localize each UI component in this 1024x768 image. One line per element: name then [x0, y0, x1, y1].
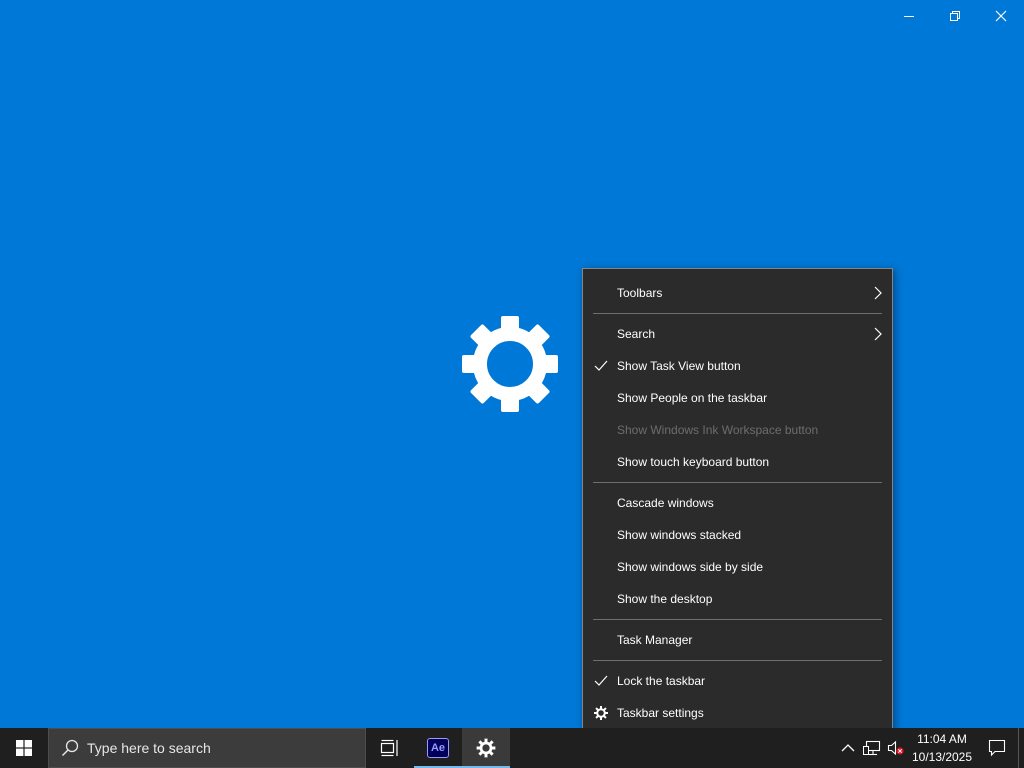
checkmark-icon — [594, 360, 608, 371]
search-input[interactable]: Type here to search — [48, 728, 366, 768]
minimize-button[interactable] — [886, 0, 932, 32]
menu-separator — [593, 482, 882, 483]
menu-item-toolbars[interactable]: Toolbars — [583, 277, 892, 309]
taskbar-app-settings[interactable] — [462, 728, 510, 768]
restore-icon — [950, 11, 960, 21]
show-hidden-icons-button[interactable] — [836, 728, 860, 768]
menu-separator — [593, 619, 882, 620]
menu-item-label: Show touch keyboard button — [617, 455, 770, 469]
chevron-right-icon — [874, 327, 882, 341]
volume-muted-icon — [887, 740, 904, 756]
menu-item-cascade-windows[interactable]: Cascade windows — [583, 487, 892, 519]
notifications-icon — [988, 739, 1006, 757]
menu-item-label: Taskbar settings — [617, 706, 704, 720]
menu-separator — [593, 313, 882, 314]
menu-item-lock-taskbar[interactable]: Lock the taskbar — [583, 665, 892, 697]
menu-item-label: Show Windows Ink Workspace button — [617, 423, 819, 437]
menu-item-label: Cascade windows — [617, 496, 714, 510]
menu-item-label: Show People on the taskbar — [617, 391, 768, 405]
action-center-button[interactable] — [976, 728, 1018, 768]
taskbar: Type here to search Ae 11:04 AM 10/13/20… — [0, 728, 1024, 768]
volume-button[interactable] — [884, 728, 908, 768]
menu-item-windows-stacked[interactable]: Show windows stacked — [583, 519, 892, 551]
menu-item-label: Show windows stacked — [617, 528, 742, 542]
menu-item-label: Search — [617, 327, 656, 341]
windows-logo-icon — [16, 740, 32, 756]
menu-item-show-touch-keyboard[interactable]: Show touch keyboard button — [583, 446, 892, 478]
window-controls — [886, 0, 1024, 32]
chevron-up-icon — [841, 744, 855, 752]
clock-date: 10/13/2025 — [911, 750, 973, 764]
clock[interactable]: 11:04 AM 10/13/2025 — [908, 730, 976, 766]
start-button[interactable] — [0, 728, 48, 768]
restore-button[interactable] — [932, 0, 978, 32]
gear-icon — [462, 316, 558, 412]
task-view-icon — [380, 739, 398, 757]
gear-icon — [594, 706, 608, 720]
taskbar-context-menu: Toolbars Search Show Task View button Sh… — [582, 268, 893, 736]
network-button[interactable] — [860, 728, 884, 768]
search-icon — [61, 739, 79, 757]
task-view-button[interactable] — [366, 728, 414, 768]
menu-item-label: Task Manager — [617, 633, 693, 647]
chevron-right-icon — [874, 286, 882, 300]
menu-item-label: Lock the taskbar — [617, 674, 706, 688]
menu-item-taskbar-settings[interactable]: Taskbar settings — [583, 697, 892, 729]
menu-item-show-people[interactable]: Show People on the taskbar — [583, 382, 892, 414]
close-button[interactable] — [978, 0, 1024, 32]
menu-item-show-desktop[interactable]: Show the desktop — [583, 583, 892, 615]
menu-item-show-task-view[interactable]: Show Task View button — [583, 350, 892, 382]
show-desktop-button[interactable] — [1018, 728, 1024, 768]
gear-icon — [476, 738, 496, 758]
menu-item-label: Show the desktop — [617, 592, 713, 606]
menu-separator — [593, 660, 882, 661]
network-icon — [863, 740, 881, 756]
close-icon — [995, 10, 1007, 22]
menu-item-label: Show windows side by side — [617, 560, 764, 574]
menu-item-task-manager[interactable]: Task Manager — [583, 624, 892, 656]
clock-time: 11:04 AM — [917, 732, 967, 746]
menu-item-label: Toolbars — [617, 286, 663, 300]
after-effects-icon: Ae — [427, 738, 449, 758]
menu-item-label: Show Task View button — [617, 359, 741, 373]
checkmark-icon — [594, 675, 608, 686]
taskbar-app-after-effects[interactable]: Ae — [414, 728, 462, 768]
minimize-icon — [904, 16, 914, 17]
menu-item-windows-side-by-side[interactable]: Show windows side by side — [583, 551, 892, 583]
search-placeholder: Type here to search — [87, 740, 211, 756]
menu-item-show-ink-workspace: Show Windows Ink Workspace button — [583, 414, 892, 446]
menu-item-search[interactable]: Search — [583, 318, 892, 350]
system-tray: 11:04 AM 10/13/2025 — [836, 728, 1024, 768]
